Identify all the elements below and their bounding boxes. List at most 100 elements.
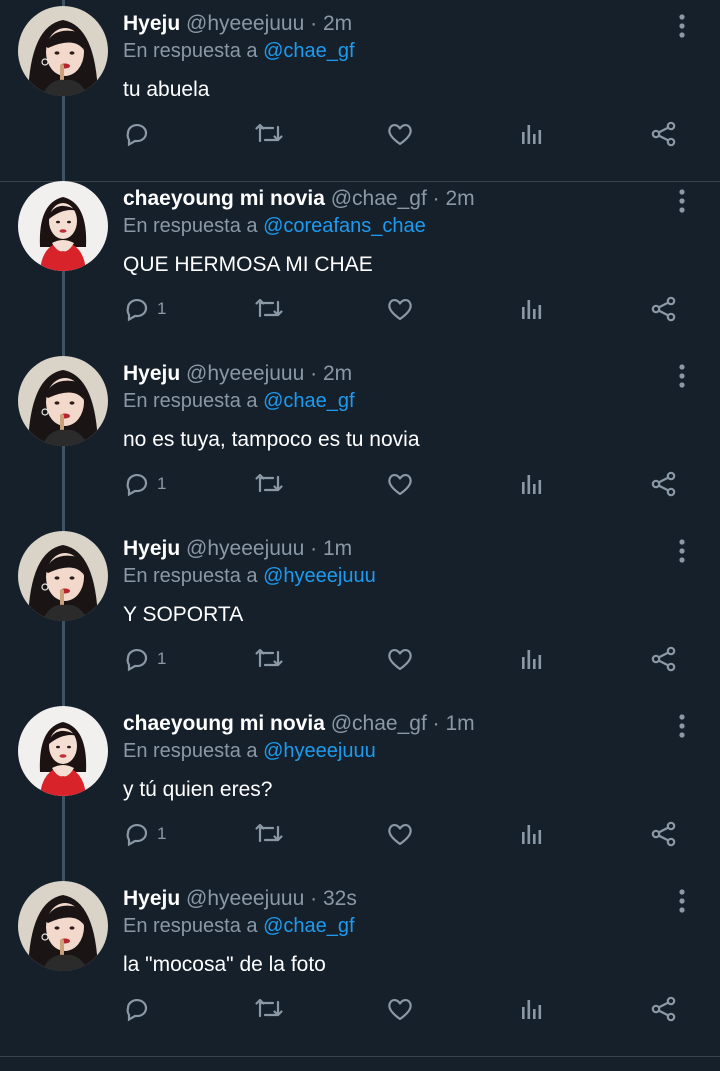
avatar[interactable]: [18, 6, 108, 96]
reply-button[interactable]: 1: [123, 464, 166, 504]
retweet-button[interactable]: [254, 464, 284, 504]
more-options-icon[interactable]: [670, 887, 694, 915]
timestamp[interactable]: 1m: [445, 712, 474, 735]
views-button[interactable]: [519, 639, 545, 679]
separator-dot: ·: [310, 887, 318, 910]
tweet-thread: Hyeju @hyeeejuuu · 2m En respuesta a @ch…: [0, 0, 720, 1071]
user-handle[interactable]: @hyeeejuuu: [186, 362, 304, 385]
display-name[interactable]: Hyeju: [123, 12, 180, 35]
tweet-text: la "mocosa" de la foto: [123, 953, 326, 976]
like-button[interactable]: [386, 989, 414, 1029]
thread-line: [62, 849, 65, 881]
separator-dot: ·: [310, 537, 318, 560]
share-button[interactable]: [650, 639, 678, 679]
more-options-icon[interactable]: [670, 12, 694, 40]
display-name[interactable]: Hyeju: [123, 537, 180, 560]
more-options-icon[interactable]: [670, 712, 694, 740]
reply-context: En respuesta a @chae_gf: [123, 390, 355, 413]
views-button[interactable]: [519, 464, 545, 504]
avatar[interactable]: [18, 881, 108, 971]
like-button[interactable]: [386, 814, 414, 854]
retweet-button[interactable]: [254, 639, 284, 679]
retweet-button[interactable]: [254, 814, 284, 854]
timestamp[interactable]: 2m: [323, 12, 352, 35]
retweet-icon: [254, 995, 284, 1023]
reply-button[interactable]: [123, 114, 157, 154]
share-icon: [650, 470, 678, 498]
share-button[interactable]: [650, 114, 678, 154]
share-icon: [650, 820, 678, 848]
mention-link[interactable]: @coreafans_chae: [263, 215, 426, 237]
user-handle[interactable]: @hyeeejuuu: [186, 887, 304, 910]
tweet-header: chaeyoung mi novia @chae_gf · 2m: [123, 187, 475, 211]
display-name[interactable]: chaeyoung mi novia: [123, 712, 325, 735]
user-handle[interactable]: @chae_gf: [331, 712, 427, 735]
timestamp[interactable]: 32s: [323, 887, 357, 910]
like-button[interactable]: [386, 289, 414, 329]
like-button[interactable]: [386, 639, 414, 679]
reply-prefix: En respuesta a: [123, 215, 258, 237]
views-button[interactable]: [519, 989, 545, 1029]
reply-button[interactable]: 1: [123, 289, 166, 329]
tweet-header: Hyeju @hyeeejuuu · 32s: [123, 887, 357, 911]
retweet-button[interactable]: [254, 289, 284, 329]
display-name[interactable]: Hyeju: [123, 362, 180, 385]
heart-icon: [386, 295, 414, 323]
like-button[interactable]: [386, 464, 414, 504]
timestamp[interactable]: 1m: [323, 537, 352, 560]
avatar[interactable]: [18, 531, 108, 621]
tweet[interactable]: Hyeju @hyeeejuuu · 2m En respuesta a @ch…: [0, 0, 720, 191]
reply-button[interactable]: [123, 989, 157, 1029]
share-button[interactable]: [650, 289, 678, 329]
bar-chart-icon: [519, 121, 545, 147]
tweet[interactable]: Hyeju @hyeeejuuu · 32s En respuesta a @c…: [0, 849, 720, 1038]
reply-button[interactable]: 1: [123, 639, 166, 679]
more-options-icon[interactable]: [670, 362, 694, 390]
share-button[interactable]: [650, 989, 678, 1029]
more-options-icon[interactable]: [670, 187, 694, 215]
avatar[interactable]: [18, 181, 108, 271]
like-button[interactable]: [386, 114, 414, 154]
user-handle[interactable]: @hyeeejuuu: [186, 12, 304, 35]
bar-chart-icon: [519, 296, 545, 322]
timestamp[interactable]: 2m: [323, 362, 352, 385]
share-button[interactable]: [650, 464, 678, 504]
bar-chart-icon: [519, 646, 545, 672]
tweet[interactable]: chaeyoung mi novia @chae_gf · 1m En resp…: [0, 674, 720, 891]
views-button[interactable]: [519, 814, 545, 854]
display-name[interactable]: Hyeju: [123, 887, 180, 910]
tweet[interactable]: Hyeju @hyeeejuuu · 2m En respuesta a @ch…: [0, 324, 720, 541]
separator-dot: ·: [432, 187, 440, 210]
tweet-header: Hyeju @hyeeejuuu · 2m: [123, 12, 352, 36]
tweet-text: tu abuela: [123, 78, 210, 101]
avatar[interactable]: [18, 356, 108, 446]
action-bar: 1: [0, 814, 720, 854]
display-name[interactable]: chaeyoung mi novia: [123, 187, 325, 210]
share-button[interactable]: [650, 814, 678, 854]
thread-line: [62, 149, 65, 181]
separator-dot: ·: [310, 12, 318, 35]
tweet[interactable]: Hyeju @hyeeejuuu · 1m En respuesta a @hy…: [0, 499, 720, 716]
separator-dot: ·: [310, 362, 318, 385]
speech-bubble-icon: [123, 295, 151, 323]
user-handle[interactable]: @chae_gf: [331, 187, 427, 210]
views-button[interactable]: [519, 114, 545, 154]
mention-link[interactable]: @chae_gf: [263, 915, 354, 937]
more-options-icon[interactable]: [670, 537, 694, 565]
mention-link[interactable]: @hyeeejuuu: [263, 565, 376, 587]
tweet[interactable]: chaeyoung mi novia @chae_gf · 2m En resp…: [0, 149, 720, 366]
avatar[interactable]: [18, 706, 108, 796]
timestamp[interactable]: 2m: [445, 187, 474, 210]
tweet-header: Hyeju @hyeeejuuu · 1m: [123, 537, 352, 561]
mention-link[interactable]: @chae_gf: [263, 390, 354, 412]
user-handle[interactable]: @hyeeejuuu: [186, 537, 304, 560]
views-button[interactable]: [519, 289, 545, 329]
heart-icon: [386, 995, 414, 1023]
mention-link[interactable]: @chae_gf: [263, 40, 354, 62]
retweet-button[interactable]: [254, 989, 284, 1029]
reply-prefix: En respuesta a: [123, 915, 258, 937]
reply-button[interactable]: 1: [123, 814, 166, 854]
retweet-button[interactable]: [254, 114, 284, 154]
reply-prefix: En respuesta a: [123, 740, 258, 762]
mention-link[interactable]: @hyeeejuuu: [263, 740, 376, 762]
